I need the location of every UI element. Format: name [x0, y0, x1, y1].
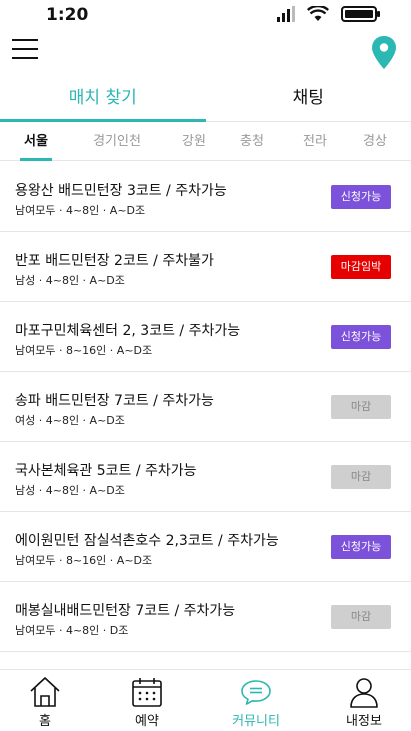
- region-tab-gangwon[interactable]: 강원: [182, 123, 206, 161]
- match-title: 에이원민턴 잠실석촌호수 2,3코트 / 주차가능: [15, 533, 279, 549]
- main-tabs: 매치 찾기 채팅: [0, 76, 411, 122]
- status-badge[interactable]: 마감임박: [331, 255, 391, 279]
- match-list-item[interactable]: 마포구민체육센터 2, 3코트 / 주차가능 남여모두 · 8~16인 · A~…: [0, 302, 411, 372]
- wifi-icon: [307, 6, 329, 21]
- signal-icon: [277, 6, 295, 22]
- region-tab-gyeongsang[interactable]: 경상: [363, 123, 387, 161]
- status-time: 1:20: [46, 5, 89, 25]
- region-tab-gyeonggi-incheon[interactable]: 경기인천: [93, 123, 141, 161]
- match-title: 국사본체육관 5코트 / 주차가능: [15, 463, 197, 479]
- status-badge[interactable]: 신청가능: [331, 185, 391, 209]
- hamburger-menu-icon[interactable]: [12, 39, 38, 61]
- match-title: 매봉실내배드민턴장 7코트 / 주차가능: [15, 603, 236, 619]
- region-tab-chungcheong[interactable]: 충청: [240, 123, 264, 161]
- match-details: 남여모두 · 8~16인 · A~D조: [15, 344, 153, 357]
- match-title: 송파 배드민턴장 7코트 / 주차가능: [15, 393, 214, 409]
- chat-bubble-icon: [241, 680, 271, 705]
- match-list: 용왕산 배드민턴장 3코트 / 주차가능 남여모두 · 4~8인 · A~D조 …: [0, 162, 411, 652]
- location-pin-icon[interactable]: [372, 36, 396, 70]
- nav-label: 커뮤니티: [232, 714, 280, 729]
- match-list-item[interactable]: 에이원민턴 잠실석촌호수 2,3코트 / 주차가능 남여모두 · 8~16인 ·…: [0, 512, 411, 582]
- match-details: 남성 · 4~8인 · A~D조: [15, 484, 125, 497]
- match-details: 남여모두 · 4~8인 · D조: [15, 624, 129, 637]
- nav-community[interactable]: 커뮤니티: [216, 670, 296, 731]
- match-title: 용왕산 배드민턴장 3코트 / 주차가능: [15, 183, 227, 199]
- status-badge[interactable]: 신청가능: [331, 325, 391, 349]
- match-list-item[interactable]: 매봉실내배드민턴장 7코트 / 주차가능 남여모두 · 4~8인 · D조 마감: [0, 582, 411, 652]
- match-list-item[interactable]: 용왕산 배드민턴장 3코트 / 주차가능 남여모두 · 4~8인 · A~D조 …: [0, 162, 411, 232]
- calendar-icon: [132, 678, 162, 707]
- status-badge[interactable]: 신청가능: [331, 535, 391, 559]
- match-title: 반포 배드민턴장 2코트 / 주차불가: [15, 253, 214, 269]
- status-icons: [277, 6, 381, 22]
- nav-reservation[interactable]: 예약: [107, 670, 187, 731]
- nav-my-info[interactable]: 내정보: [324, 670, 404, 731]
- app-header: [0, 30, 411, 74]
- nav-label: 홈: [39, 714, 51, 729]
- person-icon: [350, 678, 378, 708]
- match-list-item[interactable]: 국사본체육관 5코트 / 주차가능 남성 · 4~8인 · A~D조 마감: [0, 442, 411, 512]
- tab-chat[interactable]: 채팅: [206, 76, 411, 121]
- bottom-nav: 홈 예약 커뮤니티 내정보: [0, 669, 411, 731]
- match-title: 마포구민체육센터 2, 3코트 / 주차가능: [15, 323, 241, 339]
- match-details: 남여모두 · 8~16인 · A~D조: [15, 554, 153, 567]
- region-tab-jeolla[interactable]: 전라: [303, 123, 327, 161]
- nav-home[interactable]: 홈: [5, 670, 85, 731]
- status-badge: 마감: [331, 465, 391, 489]
- active-region-indicator: [20, 158, 52, 161]
- home-icon: [30, 677, 60, 707]
- nav-label: 내정보: [346, 714, 382, 729]
- nav-label: 예약: [135, 714, 159, 729]
- status-badge: 마감: [331, 605, 391, 629]
- region-tabs: 서울 경기인천 강원 충청 전라 경상: [0, 123, 411, 161]
- status-bar: 1:20: [0, 0, 411, 30]
- region-tab-seoul[interactable]: 서울: [24, 123, 48, 161]
- match-details: 남여모두 · 4~8인 · A~D조: [15, 204, 146, 217]
- tab-find-match[interactable]: 매치 찾기: [0, 76, 206, 122]
- match-details: 여성 · 4~8인 · A~D조: [15, 414, 125, 427]
- battery-icon: [341, 6, 380, 22]
- match-list-item[interactable]: 송파 배드민턴장 7코트 / 주차가능 여성 · 4~8인 · A~D조 마감: [0, 372, 411, 442]
- match-details: 남성 · 4~8인 · A~D조: [15, 274, 125, 287]
- status-badge: 마감: [331, 395, 391, 419]
- match-list-item[interactable]: 반포 배드민턴장 2코트 / 주차불가 남성 · 4~8인 · A~D조 마감임…: [0, 232, 411, 302]
